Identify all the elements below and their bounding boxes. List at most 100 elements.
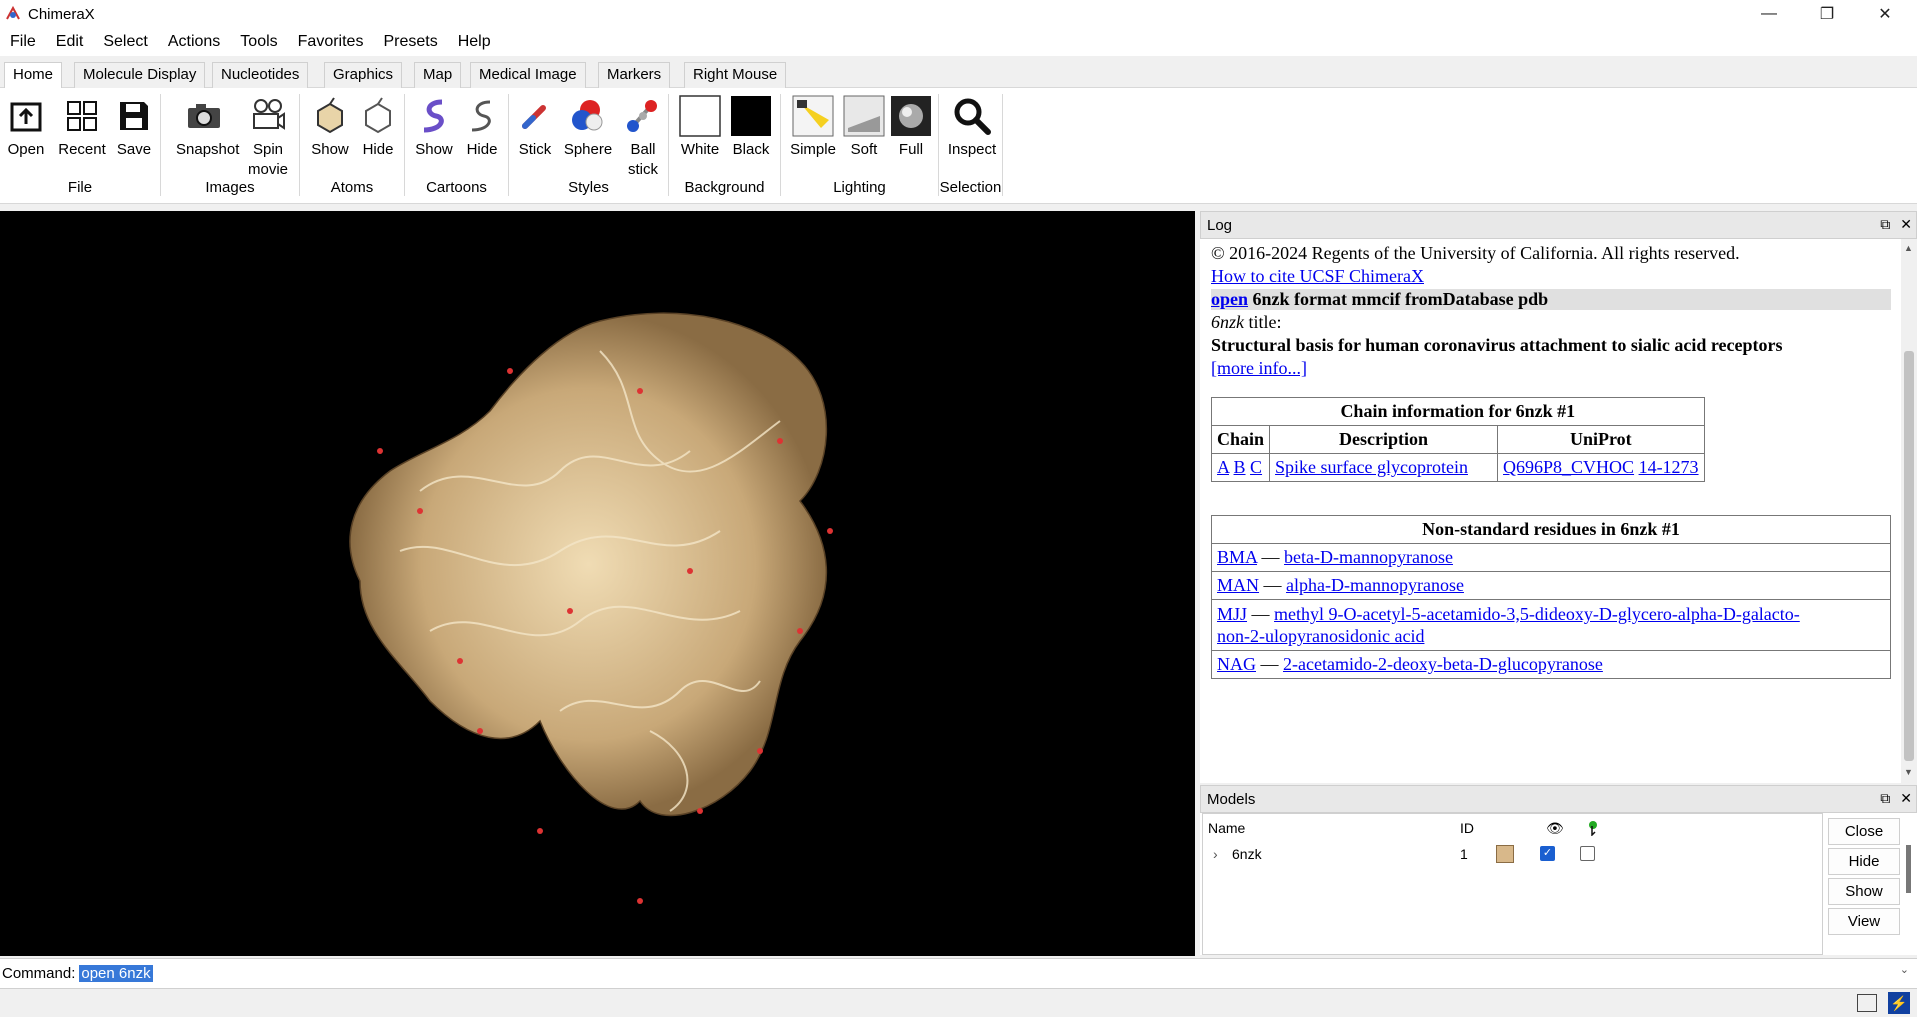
- full-lighting-button[interactable]: Full: [885, 94, 937, 160]
- tab-home[interactable]: Home: [4, 62, 63, 89]
- recent-button[interactable]: Recent: [56, 94, 108, 160]
- chain-link-c[interactable]: C: [1250, 457, 1262, 477]
- table-row: MJJ — methyl 9-O-acetyl-5-acetamido-3,5-…: [1211, 599, 1891, 651]
- close-window-button[interactable]: ✕: [1856, 0, 1914, 28]
- snapshot-button[interactable]: Snapshot: [176, 94, 239, 160]
- residue-name-link[interactable]: methyl 9-O-acetyl-5-acetamido-3,5-dideox…: [1274, 604, 1800, 624]
- atoms-hide-icon: [365, 97, 391, 134]
- models-scrollbar[interactable]: [1906, 845, 1911, 893]
- tab-right-mouse[interactable]: Right Mouse: [684, 62, 787, 88]
- description-link[interactable]: Spike surface glycoprotein: [1275, 457, 1468, 477]
- expand-chevron-icon[interactable]: ›: [1213, 846, 1218, 862]
- float-icon[interactable]: ⧉: [1880, 216, 1890, 233]
- fullscreen-icon[interactable]: [1857, 994, 1877, 1012]
- description-header: Description: [1269, 425, 1499, 454]
- minimize-button[interactable]: —: [1740, 0, 1798, 28]
- group-label-styles: Styles: [568, 179, 609, 196]
- toolbar-tabs: Home Molecule Display Nucleotides Graphi…: [0, 58, 1917, 89]
- log-panel: Log ⧉ ✕ © 2016-2024 Regents of the Unive…: [1200, 211, 1917, 783]
- table-row: NAG — 2-acetamido-2-deoxy-beta-D-glucopy…: [1211, 650, 1891, 679]
- ribbon-toolbar: Open Recent Save File Snapshot Spin movi…: [0, 88, 1917, 204]
- cartoons-hide-button[interactable]: Hide: [456, 94, 508, 160]
- group-label-lighting: Lighting: [833, 179, 886, 196]
- graphics-viewer[interactable]: [0, 211, 1195, 956]
- residue-name-link[interactable]: alpha-D-mannopyranose: [1286, 575, 1464, 595]
- sphere-icon: [572, 100, 603, 131]
- float-icon[interactable]: ⧉: [1880, 790, 1890, 807]
- menu-presets[interactable]: Presets: [373, 33, 447, 51]
- cartoons-show-button[interactable]: Show: [408, 94, 460, 160]
- black-background-button[interactable]: Black: [725, 94, 777, 160]
- menu-tools[interactable]: Tools: [230, 33, 287, 51]
- close-model-button[interactable]: Close: [1828, 818, 1900, 845]
- soft-lighting-button[interactable]: Soft: [838, 94, 890, 160]
- white-background-button[interactable]: White: [674, 94, 726, 160]
- menu-file[interactable]: File: [0, 33, 46, 51]
- id-column-header[interactable]: ID: [1460, 820, 1474, 836]
- magnifier-icon: [954, 98, 991, 135]
- chain-link-a[interactable]: A: [1217, 457, 1229, 477]
- log-scrollbar[interactable]: ▲ ▼: [1901, 239, 1917, 783]
- command-history-dropdown-icon[interactable]: ⌄: [1900, 963, 1909, 976]
- menu-help[interactable]: Help: [448, 33, 501, 51]
- menu-actions[interactable]: Actions: [158, 33, 230, 51]
- sphere-button[interactable]: Sphere: [561, 94, 615, 160]
- command-line: Command: open 6nzk ⌄: [0, 958, 1917, 988]
- tab-map[interactable]: Map: [414, 62, 462, 88]
- close-icon[interactable]: ✕: [1900, 790, 1912, 807]
- inspect-button[interactable]: Inspect: [946, 94, 998, 160]
- residue-code-link[interactable]: MJJ: [1217, 604, 1247, 624]
- stick-button[interactable]: Stick: [509, 94, 561, 160]
- more-info-link[interactable]: [more info...]: [1211, 358, 1307, 378]
- save-button[interactable]: Save: [108, 94, 160, 160]
- tab-graphics[interactable]: Graphics: [324, 62, 403, 88]
- cite-link[interactable]: How to cite UCSF ChimeraX: [1211, 266, 1424, 286]
- stick-icon: [522, 105, 546, 129]
- close-icon[interactable]: ✕: [1900, 216, 1912, 233]
- model-display-checkbox[interactable]: ✓: [1540, 846, 1555, 861]
- tab-medical-image[interactable]: Medical Image: [470, 62, 586, 88]
- table-row: A B C Spike surface glycoprotein Q696P8_…: [1210, 453, 1705, 482]
- uniprot-link[interactable]: Q696P8_CVHOC: [1503, 457, 1634, 477]
- scroll-thumb[interactable]: [1904, 351, 1914, 761]
- command-input[interactable]: open 6nzk: [79, 965, 153, 982]
- restore-button[interactable]: ❐: [1798, 0, 1856, 28]
- simple-lighting-button[interactable]: Simple: [786, 94, 840, 160]
- models-panel: Models ⧉ ✕ Name ID 👁 › 6nzk 1 ✓ Close Hi…: [1200, 785, 1917, 955]
- ball-stick-button[interactable]: Ball stick: [617, 94, 669, 180]
- log-panel-header: Log ⧉ ✕: [1200, 211, 1917, 239]
- table-row: MAN — alpha-D-mannopyranose: [1211, 571, 1891, 600]
- view-model-button[interactable]: View: [1828, 908, 1900, 935]
- chain-link-b[interactable]: B: [1234, 457, 1246, 477]
- uniprot-range-link[interactable]: 14-1273: [1639, 457, 1699, 477]
- spin-movie-button[interactable]: Spin movie: [242, 94, 294, 180]
- show-model-button[interactable]: Show: [1828, 878, 1900, 905]
- residue-code-link[interactable]: MAN: [1217, 575, 1259, 595]
- hide-model-button[interactable]: Hide: [1828, 848, 1900, 875]
- title-word: title:: [1248, 312, 1282, 332]
- copyright-text: © 2016-2024 Regents of the University of…: [1211, 243, 1740, 263]
- lightning-icon[interactable]: ⚡: [1888, 992, 1910, 1014]
- group-separator: [1002, 94, 1003, 196]
- open-button[interactable]: Open: [0, 94, 52, 160]
- tab-molecule-display[interactable]: Molecule Display: [74, 62, 206, 88]
- atoms-hide-button[interactable]: Hide: [352, 94, 404, 160]
- tab-nucleotides[interactable]: Nucleotides: [212, 62, 309, 88]
- open-command-link[interactable]: open: [1211, 289, 1248, 309]
- residue-code-link[interactable]: BMA: [1217, 547, 1257, 567]
- residue-code-link[interactable]: NAG: [1217, 654, 1256, 674]
- name-column-header[interactable]: Name: [1208, 820, 1245, 836]
- residue-name-link[interactable]: 2-acetamido-2-deoxy-beta-D-glucopyranose: [1283, 654, 1603, 674]
- residue-name-link-cont[interactable]: non-2-ulopyranosidonic acid: [1217, 626, 1424, 646]
- model-name[interactable]: 6nzk: [1232, 846, 1262, 862]
- protein-cartoon: [349, 312, 828, 817]
- menu-favorites[interactable]: Favorites: [288, 33, 374, 51]
- menu-edit[interactable]: Edit: [46, 33, 94, 51]
- model-select-checkbox[interactable]: [1580, 846, 1595, 861]
- atoms-show-button[interactable]: Show: [304, 94, 356, 160]
- menu-select[interactable]: Select: [93, 33, 157, 51]
- residue-name-link[interactable]: beta-D-mannopyranose: [1284, 547, 1453, 567]
- window-title: ChimeraX: [28, 5, 95, 23]
- model-color-swatch[interactable]: [1496, 845, 1514, 863]
- tab-markers[interactable]: Markers: [598, 62, 671, 88]
